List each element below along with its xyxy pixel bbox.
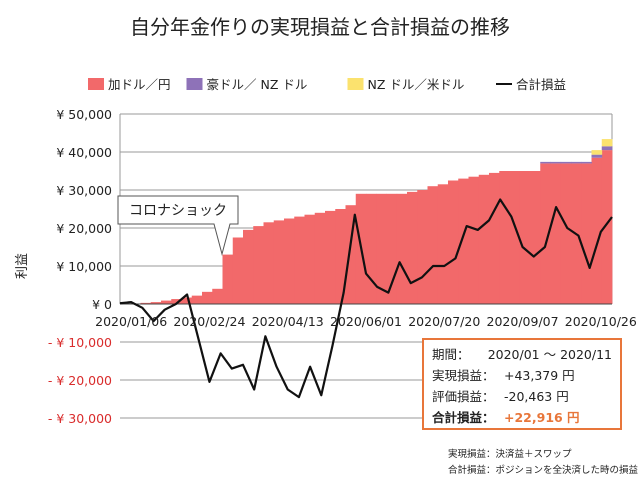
y-tick-label: - ¥ 20,000 (48, 373, 112, 388)
area-segment (560, 161, 572, 164)
realized-label: 実現損益： (432, 368, 495, 383)
y-tick-label: ¥ 50,000 (56, 107, 112, 122)
area-segment (581, 163, 592, 304)
legend-label: 合計損益 (516, 77, 566, 92)
legend-label: 加ドル／円 (108, 77, 171, 92)
realized-value: +43,379 円 (504, 368, 575, 383)
footnote-total: 合計損益：ポジションを全決済した時の損益 (448, 465, 639, 476)
area-segment (601, 139, 613, 147)
area-segment (601, 146, 613, 151)
area-segment (232, 237, 244, 304)
area-segment (519, 171, 531, 304)
area-segment (437, 184, 449, 304)
area-segment (191, 295, 203, 304)
area-segment (202, 291, 213, 304)
area-segment (212, 288, 223, 304)
unrealized-row: 評価損益： -20,463 円 (432, 386, 612, 407)
legend-swatch (186, 78, 203, 90)
area-segment (294, 216, 305, 304)
legend: 加ドル／円 豪ドル／ NZ ドル NZ ドル／米ドル 合計損益 (88, 77, 566, 92)
area-segment (161, 300, 172, 304)
y-tick-label: ¥ 0 (92, 297, 112, 312)
y-tick-label: ¥ 10,000 (56, 259, 112, 274)
area-segment (499, 171, 510, 304)
area-segment (540, 161, 551, 164)
area-segment (427, 186, 439, 304)
area-segment (448, 180, 459, 304)
x-tick-label: 2020/10/26 (565, 314, 637, 329)
summary-box: 期間： 2020/01 ～ 2020/11 実現損益： +43,379 円 評価… (422, 338, 622, 430)
period-row: 期間： 2020/01 ～ 2020/11 (432, 344, 612, 365)
area-segment (304, 214, 316, 304)
area-segment (550, 161, 562, 164)
area-segment (581, 161, 592, 164)
area-segment (396, 193, 408, 304)
total-label: 合計損益： (432, 410, 495, 425)
x-tick-label: 2020/02/24 (173, 314, 245, 329)
area-segment (407, 191, 418, 304)
y-tick-label: ¥ 40,000 (56, 145, 112, 160)
x-tick-label: 2020/01/06 (95, 314, 167, 329)
corona-annotation: コロナショック (117, 195, 239, 256)
total-row: 合計損益： +22,916 円 (432, 407, 612, 428)
period-label: 期間： (432, 347, 470, 362)
area-segment (243, 229, 254, 304)
legend-swatch (347, 78, 364, 90)
area-segment (560, 163, 572, 304)
area-segment (253, 226, 264, 304)
area-segment (591, 154, 603, 158)
area-segment (417, 190, 428, 304)
area-segment (366, 193, 377, 304)
footnote-realized: 実現損益：決済益＋スワップ (448, 449, 572, 460)
legend-label: NZ ドル／米ドル (368, 77, 465, 92)
area-segment (284, 218, 295, 304)
legend-label: 豪ドル／ NZ ドル (207, 77, 308, 92)
area-segment (530, 171, 541, 304)
x-tick-label: 2020/04/13 (252, 314, 324, 329)
total-value: +22,916 円 (504, 410, 580, 425)
period-value: 2020/01 ～ 2020/11 (487, 347, 612, 362)
y-tick-label: - ¥ 30,000 (48, 411, 112, 426)
area-segment (314, 212, 326, 304)
x-tick-label: 2020/06/01 (330, 314, 402, 329)
area-segment (263, 222, 275, 304)
y-tick-label: - ¥ 10,000 (48, 335, 112, 350)
y-axis-label: 利益 (15, 253, 30, 279)
unrealized-value: -20,463 円 (504, 389, 569, 404)
area-segment (458, 178, 469, 304)
callout-label: コロナショック (129, 203, 227, 219)
area-segment (325, 210, 336, 304)
area-segment (478, 174, 490, 304)
unrealized-label: 評価損益： (432, 389, 495, 404)
legend-swatch (88, 78, 104, 90)
area-segment (550, 163, 562, 304)
area-segment (386, 193, 398, 304)
area-segment (489, 172, 500, 304)
y-tick-label: ¥ 30,000 (56, 183, 112, 198)
area-segment (571, 161, 582, 164)
x-tick-label: 2020/07/20 (408, 314, 480, 329)
area-segment (468, 176, 480, 304)
y-tick-label: ¥ 20,000 (56, 221, 112, 236)
chart-title: 自分年金作りの実現損益と合計損益の推移 (130, 15, 510, 39)
area-segment (591, 150, 603, 155)
area-segment (222, 254, 234, 304)
x-tick-label: 2020/09/07 (487, 314, 559, 329)
area-segment (273, 220, 285, 304)
realized-row: 実現損益： +43,379 円 (432, 365, 612, 386)
